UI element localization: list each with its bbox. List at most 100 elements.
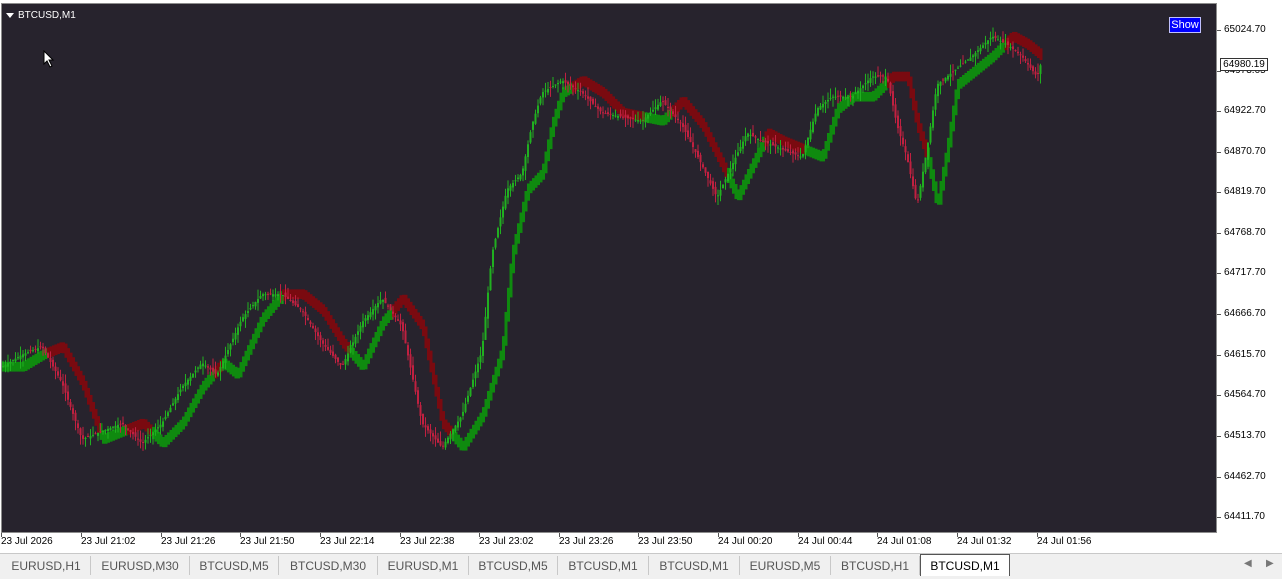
candle-body <box>707 171 709 179</box>
price-tick <box>1217 192 1221 193</box>
candle-body <box>794 152 797 155</box>
candle-body <box>772 142 774 146</box>
candle-body <box>577 90 579 92</box>
chart-tab[interactable]: BTCUSD,M30 <box>279 556 378 575</box>
candle-body <box>839 95 842 97</box>
candle-body <box>619 113 622 117</box>
candle-body <box>659 102 662 106</box>
candle-body <box>29 349 32 352</box>
candle-body <box>404 330 407 344</box>
chart-tab[interactable]: EURUSD,H1 <box>2 556 91 575</box>
candle-body <box>527 144 529 158</box>
chart-tab[interactable]: BTCUSD,M5 <box>469 556 558 575</box>
time-axis-label: 23 Jul 23:26 <box>559 536 614 547</box>
candle-body <box>897 115 899 129</box>
candle-body <box>639 120 642 122</box>
time-axis-label: 23 Jul 21:02 <box>81 536 136 547</box>
candle-body <box>134 432 137 437</box>
candle-body <box>814 113 817 122</box>
candle-body <box>637 120 639 122</box>
candle-body <box>649 112 652 115</box>
candle-body <box>889 82 892 94</box>
show-button[interactable]: Show <box>1169 17 1201 33</box>
candle-body <box>269 293 272 295</box>
candle-body <box>797 155 799 157</box>
candle-body <box>714 186 717 195</box>
chart-tab[interactable]: EURUSD,M30 <box>91 556 190 575</box>
candle-body <box>1017 51 1019 54</box>
candle-body <box>832 96 834 98</box>
time-axis-label: 24 Jul 00:20 <box>718 536 773 547</box>
candle-body <box>902 137 904 145</box>
candle-body <box>1034 71 1037 75</box>
candle-body <box>339 362 342 365</box>
candle-body <box>237 327 239 335</box>
candle-body <box>129 430 132 432</box>
candle-body <box>507 188 509 198</box>
time-axis-label: 24 Jul 01:32 <box>957 536 1012 547</box>
candle-body <box>642 119 644 121</box>
candle-body <box>852 95 854 99</box>
chart-tab[interactable]: BTCUSD,H1 <box>831 556 920 575</box>
chevron-left-icon[interactable]: ◀ <box>1244 558 1252 569</box>
candle-body <box>682 123 684 127</box>
chart-tab-bar: ◀ ▶ EURUSD,H1 EURUSD,M30 BTCUSD,M5 BTCUSD,M… <box>0 553 1282 579</box>
chart-tab[interactable]: BTCUSD,M1 <box>558 556 649 575</box>
chart-tab[interactable]: BTCUSD,M5 <box>190 556 279 575</box>
candle-body <box>432 433 434 437</box>
candle-body <box>999 40 1002 42</box>
candle-body <box>922 171 924 188</box>
candle-body <box>164 416 167 419</box>
candle-body <box>997 39 999 41</box>
chart-tab[interactable]: BTCUSD,M1 <box>649 556 740 575</box>
candle-body <box>517 177 519 179</box>
candle-body <box>344 358 347 365</box>
candle-body <box>264 294 267 296</box>
price-axis-label: 64411.70 <box>1224 511 1265 522</box>
chart-tab[interactable]: BTCUSD,M1 <box>920 554 1010 576</box>
candle-body <box>882 75 884 77</box>
chart-symbol-title[interactable]: BTCUSD,M1 <box>6 10 76 21</box>
chevron-right-icon[interactable]: ▶ <box>1266 558 1274 569</box>
price-tick <box>1217 71 1221 72</box>
candle-body <box>94 433 97 435</box>
candle-body <box>194 370 197 373</box>
chart-tab[interactable]: EURUSD,M5 <box>740 556 831 575</box>
candle-body <box>304 311 307 316</box>
candle-body <box>24 353 27 356</box>
candle-body <box>204 365 207 367</box>
chart-window[interactable]: BTCUSD,M1 Show 65024.7064973.0564922.706… <box>0 0 1282 553</box>
candle-body <box>387 305 389 307</box>
candle-body <box>17 357 19 359</box>
candle-body <box>179 389 182 393</box>
candle-body <box>287 296 289 300</box>
candle-body <box>104 429 107 431</box>
candle-body <box>352 342 354 346</box>
candle-body <box>937 83 939 97</box>
candle-body <box>149 434 152 436</box>
candle-body <box>824 101 827 104</box>
candle-body <box>582 91 584 94</box>
candle-body <box>197 367 199 369</box>
time-axis: 23 Jul 2026 23 Jul 21:02 23 Jul 21:26 23 Ju… <box>0 533 1217 553</box>
candle-body <box>379 300 382 304</box>
chart-tab[interactable]: EURUSD,M1 <box>378 556 469 575</box>
candle-body <box>359 325 362 332</box>
candle-body <box>894 104 897 118</box>
candle-body <box>132 432 134 435</box>
candle-body <box>427 426 429 431</box>
candle-body <box>329 349 332 353</box>
candle-body <box>657 104 659 110</box>
candle-body <box>899 126 902 137</box>
triangle-down-icon[interactable] <box>6 13 14 18</box>
chart-plot-area[interactable]: BTCUSD,M1 <box>1 3 1217 533</box>
candle-body <box>19 355 22 360</box>
candle-body <box>42 346 44 349</box>
candle-body <box>779 148 782 150</box>
candle-body <box>747 133 749 137</box>
candle-body <box>982 45 984 48</box>
price-tick <box>1217 395 1221 396</box>
candle-body <box>559 81 562 83</box>
candle-body <box>52 359 54 367</box>
candle-body <box>932 110 934 128</box>
